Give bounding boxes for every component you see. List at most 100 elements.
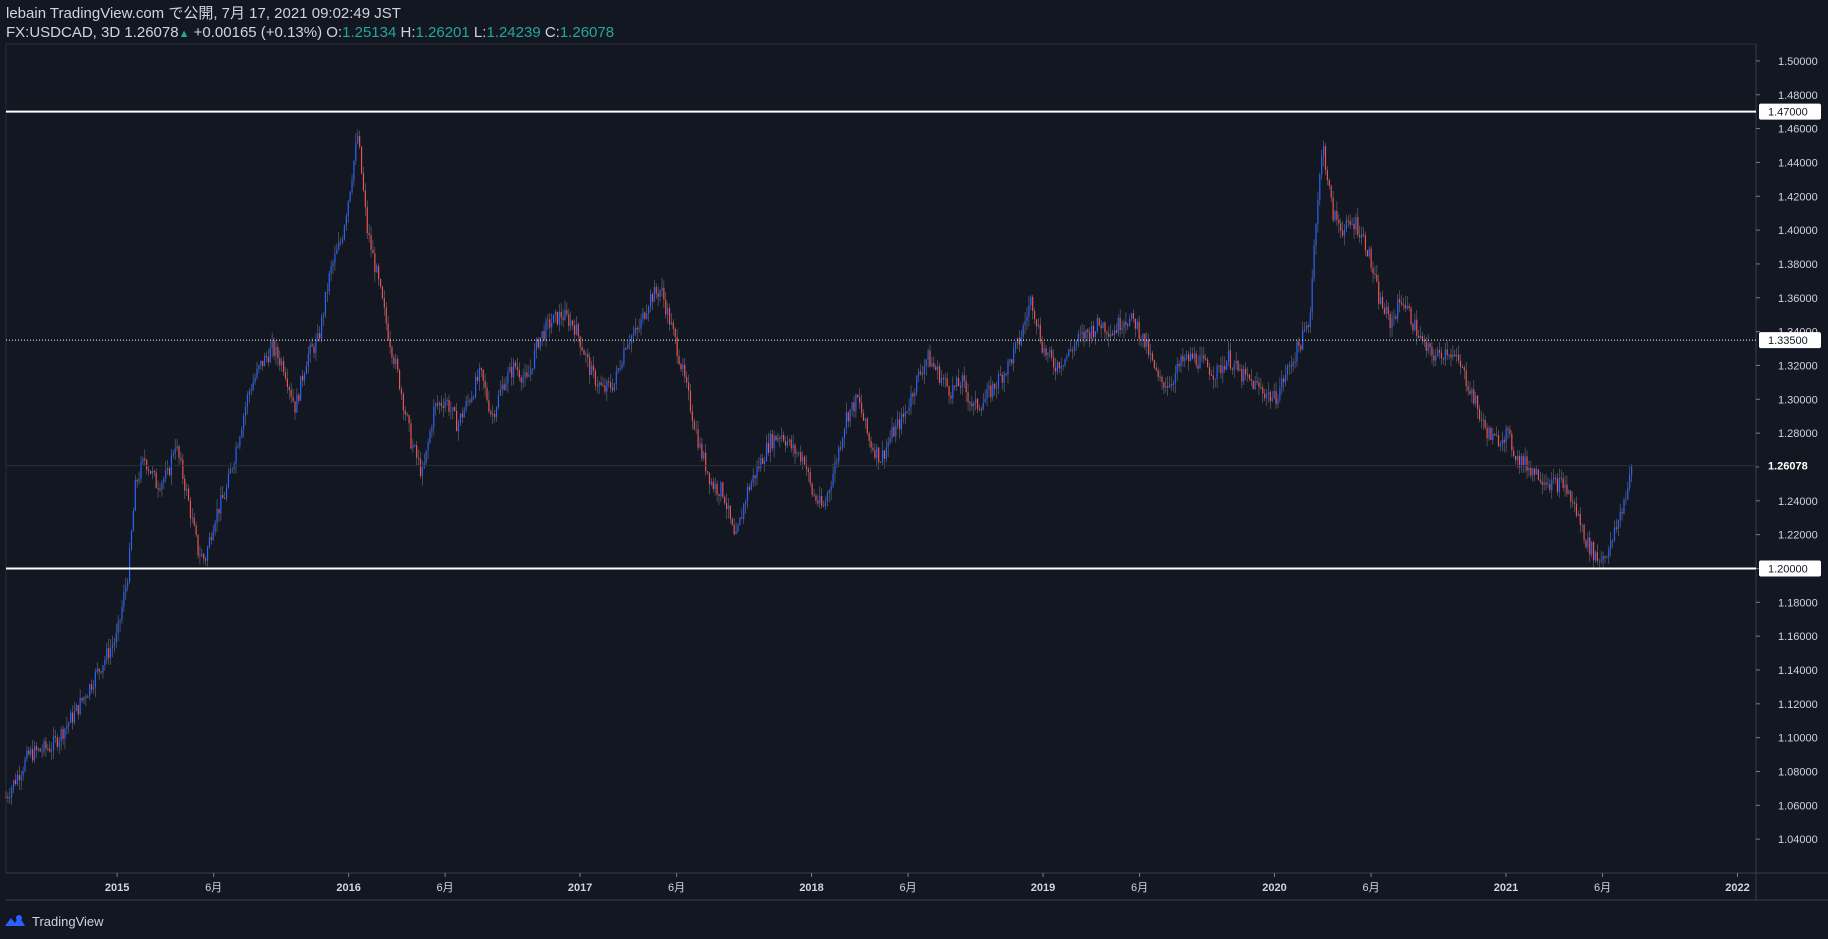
price-chart[interactable]: 1.04000 1.06000 1.08000 1.10000 1.12000 1.140… [0,0,1828,939]
candle-body [511,366,513,378]
candle-body [725,503,728,510]
candle-body [1092,325,1095,337]
candle-body [716,483,718,495]
candle-body [916,375,918,393]
candle-body [96,668,98,672]
candle-body [809,471,811,484]
candle-body [990,385,992,398]
candle-body [1503,439,1505,443]
candle-body [1496,435,1498,437]
candle-body [1627,487,1629,500]
price-axis[interactable]: 1.04000 1.06000 1.08000 1.10000 1.12000 1.140… [1756,56,1821,846]
candle-body [632,333,635,337]
candle-body [625,348,627,350]
candle-body [1014,342,1017,349]
candle-body [366,207,368,234]
candle-body [937,366,939,371]
candle-body [1421,335,1424,340]
candle-body [421,467,423,476]
candle-body [1041,341,1043,353]
candle-body [1207,359,1209,368]
candle-body [1324,146,1327,171]
candle-body [471,397,473,402]
candle-body [161,482,163,490]
candle-body [549,319,551,328]
candle-body [1227,350,1230,362]
candle-body [349,191,351,202]
candle-body [263,355,266,367]
candle-body [971,403,973,407]
candle-body [1127,324,1129,326]
ohlc-legend: FX:USDCAD, 3D 1.26078▲ +0.00165 (+0.13%)… [6,23,614,44]
candle-body [383,298,385,308]
candle-body [522,377,524,383]
candle-body [427,442,429,451]
candle-body [687,382,690,391]
candle-body [1258,382,1260,388]
candle-body [1475,395,1477,404]
candle-body [1073,344,1076,352]
candle-body [292,396,294,402]
symbol-label[interactable]: FX:USDCAD, 3D [6,24,120,41]
candle-body [1539,479,1541,482]
candle-body [1028,305,1030,317]
candle-body [701,443,703,459]
candle-body [606,381,608,392]
candle-body [885,447,887,459]
candle-body [1368,248,1370,257]
candle-body [1410,307,1412,325]
candle-body [1554,477,1557,479]
candle-body [376,266,378,273]
candle-body [551,323,553,328]
candle-body [684,364,686,378]
candle-body [248,390,250,395]
candle-body [973,402,975,407]
close-label: C: [544,24,560,41]
time-axis[interactable]: 2015 6月 2016 6月 2017 6月 2018 6月 2019 6月 2020 6月 2021… [105,873,1750,894]
candle-body [281,360,283,366]
candle-body [1541,481,1543,485]
candle-body [507,372,509,384]
candle-body [1307,325,1309,327]
y-tick-label: 1.50000 [1778,56,1818,68]
candle-body [1262,387,1264,394]
candle-body [450,410,452,412]
candle-body [1111,333,1114,336]
candle-body [1399,299,1401,303]
candle-body [70,712,72,723]
candle-body [575,324,577,335]
candle-body [400,388,403,395]
candle-body [629,342,631,345]
candle-body [1155,367,1157,371]
candle-body [155,472,157,488]
candle-body [1357,217,1359,236]
candle-body [1056,362,1059,372]
candle-body [1081,331,1083,334]
candle-body [1184,357,1186,362]
candle-body [1322,146,1325,157]
candle-body [1121,328,1123,331]
footer-brand[interactable]: TradingView [4,910,104,932]
candle-body [1245,368,1247,375]
candle-body [37,748,39,751]
candle-body [889,438,891,443]
candle-body [1334,210,1336,221]
candle-body [302,375,304,381]
y-tick-label: 1.46000 [1778,124,1818,136]
candle-body [552,314,555,324]
candle-body [1366,250,1368,257]
candle-body [203,554,205,560]
candle-body [381,286,384,299]
candle-body [617,368,619,372]
candle-body [1621,511,1623,514]
candle-body [967,392,969,402]
candle-body [807,468,809,472]
candle-body [1252,380,1254,390]
candle-body [1176,363,1178,373]
candle-body [235,447,237,464]
candle-body [262,360,264,367]
candle-body [887,442,889,448]
candle-body [1011,359,1013,364]
candle-body [670,322,673,325]
candle-body [980,409,982,411]
